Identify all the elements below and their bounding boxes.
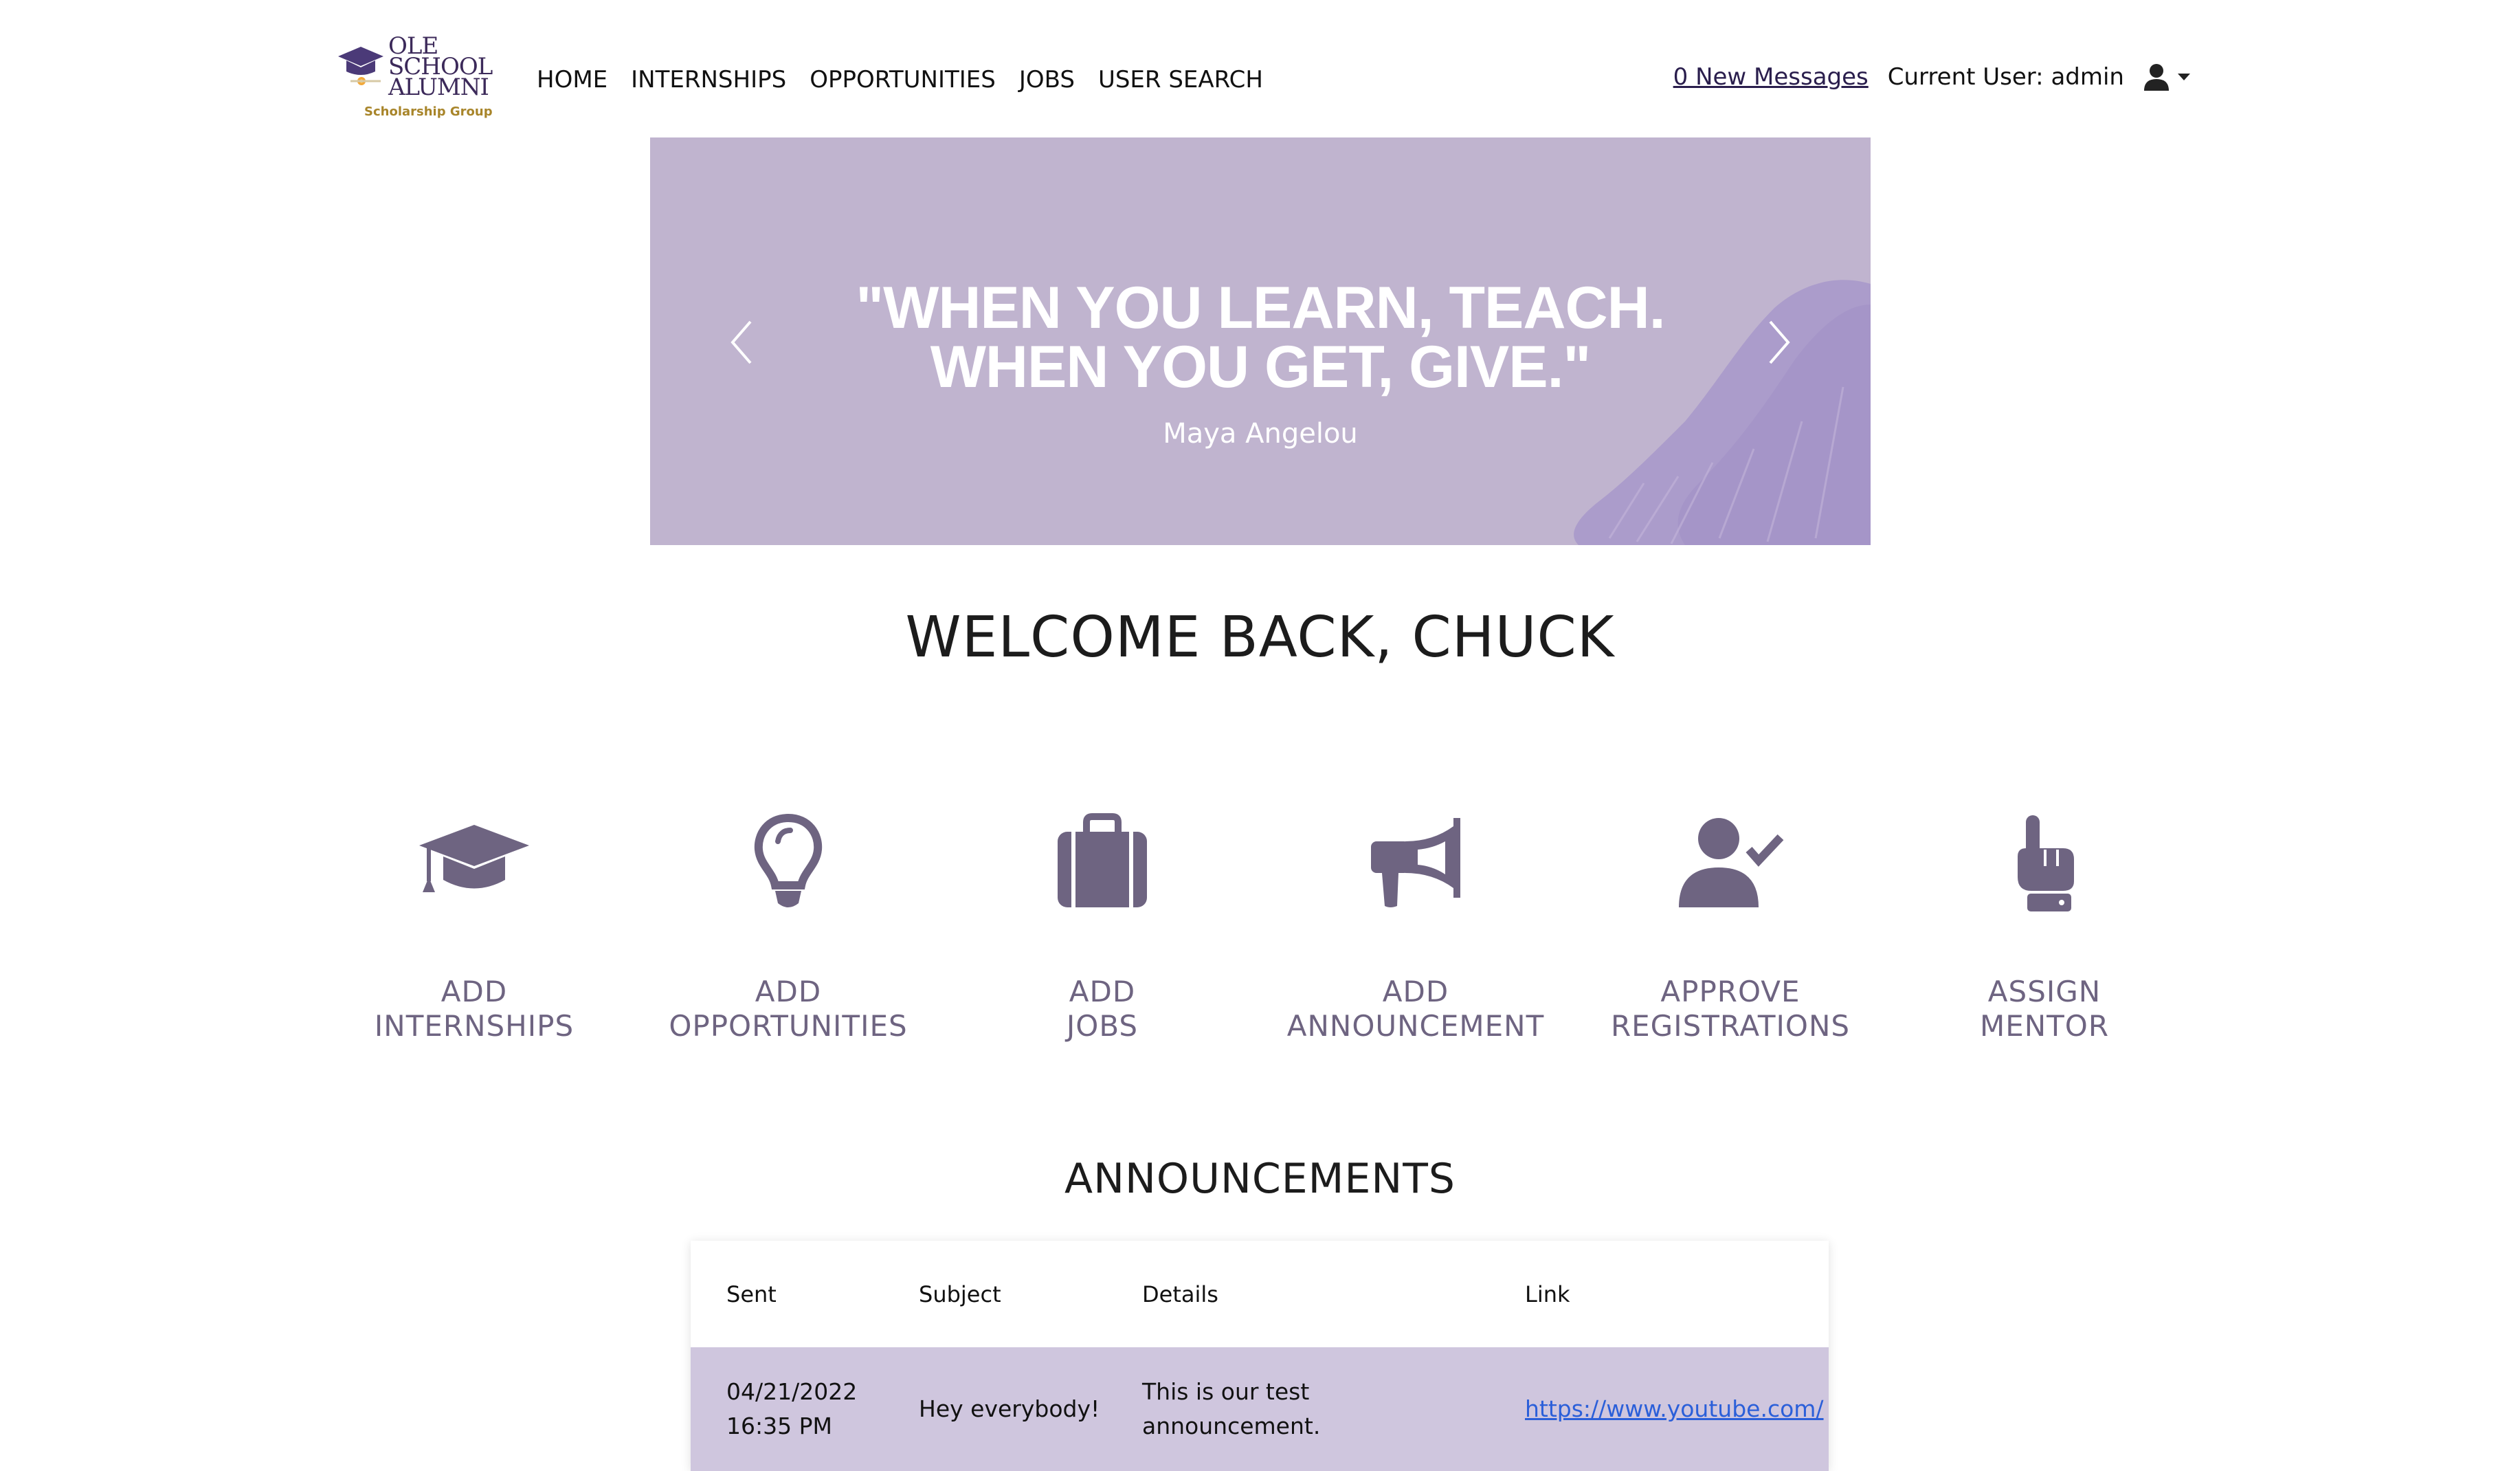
column-header-link: Link (1525, 1281, 1570, 1307)
megaphone-icon (1371, 818, 1460, 907)
briefcase-icon (1058, 813, 1147, 907)
column-header-details: Details (1142, 1281, 1218, 1307)
nav-home[interactable]: HOME (537, 66, 607, 93)
user-check-icon (1679, 818, 1784, 907)
cell-details: This is our test announcement. (1106, 1347, 1489, 1471)
user-menu-toggle[interactable] (2143, 63, 2190, 91)
carousel-quote: "WHEN YOU LEARN, TEACH. WHEN YOU GET, GI… (650, 278, 1871, 397)
logo-wordmark: OLE SCHOOL ALUMNI (388, 34, 493, 101)
cell-link: https://www.youtube.com/ (1489, 1347, 1829, 1471)
quote-line: "WHEN YOU LEARN, TEACH. (856, 275, 1665, 341)
table-row: 04/21/2022 16:35 PM Hey everybody! This … (691, 1347, 1829, 1471)
graduation-cap-icon (419, 825, 529, 892)
action-label: ADD INTERNSHIPS (374, 975, 575, 1043)
admin-actions: ADD INTERNSHIPS ADD OPPORTUNITIES ADD JO… (330, 811, 2190, 1052)
action-label: ADD JOBS (1066, 975, 1139, 1043)
cell-sent: 04/21/2022 16:35 PM (691, 1347, 883, 1471)
chevron-down-icon (2178, 74, 2190, 80)
announcements-table: Sent Subject Details Link 04/21/2022 16:… (691, 1241, 1829, 1471)
logo-line: ALUMNI (388, 74, 489, 101)
table-header-row: Sent Subject Details Link (691, 1241, 1829, 1347)
top-navbar: OLE SCHOOL ALUMNI Scholarship Group HOME… (0, 0, 2520, 137)
action-label: ADD ANNOUNCEMENT (1286, 975, 1545, 1043)
action-label: ADD OPPORTUNITIES (669, 975, 908, 1043)
user-icon (2144, 64, 2169, 91)
new-messages-link[interactable]: 0 New Messages (1673, 63, 1869, 91)
lightbulb-icon (754, 813, 823, 907)
column-header-subject: Subject (919, 1281, 1001, 1307)
current-user: Current User: admin (1888, 63, 2124, 91)
sent-time: 16:35 PM (726, 1413, 832, 1439)
main-nav: HOME INTERNSHIPS OPPORTUNITIES JOBS USER… (537, 66, 1263, 93)
approve-registrations-button[interactable]: APPROVE REGISTRATIONS (1586, 811, 1875, 1043)
add-internships-button[interactable]: ADD INTERNSHIPS (330, 811, 618, 1043)
current-user-name: admin (2051, 63, 2124, 91)
pointing-hand-icon (2018, 815, 2074, 911)
nav-user-search[interactable]: USER SEARCH (1098, 66, 1263, 93)
nav-internships[interactable]: INTERNSHIPS (631, 66, 786, 93)
column-header-sent: Sent (726, 1281, 777, 1307)
sent-date: 04/21/2022 (726, 1378, 858, 1405)
welcome-heading: WELCOME BACK, CHUCK (905, 605, 1615, 670)
quote-author: Maya Angelou (1163, 418, 1358, 450)
nav-opportunities[interactable]: OPPORTUNITIES (810, 66, 996, 93)
quote-line: WHEN YOU GET, GIVE." (930, 334, 1592, 400)
action-label: APPROVE REGISTRATIONS (1610, 975, 1851, 1043)
graduation-cap-icon (338, 47, 383, 85)
add-announcement-button[interactable]: ADD ANNOUNCEMENT (1271, 811, 1560, 1043)
add-jobs-button[interactable]: ADD JOBS (958, 811, 1247, 1043)
add-opportunities-button[interactable]: ADD OPPORTUNITIES (644, 811, 933, 1043)
nav-user-area: 0 New Messages Current User: admin (1673, 63, 2190, 91)
cell-subject: Hey everybody! (883, 1347, 1106, 1471)
quote-carousel: "WHEN YOU LEARN, TEACH. WHEN YOU GET, GI… (650, 137, 1871, 545)
assign-mentor-button[interactable]: ASSIGN MENTOR (1900, 811, 2189, 1043)
nav-jobs[interactable]: JOBS (1019, 66, 1075, 93)
action-label: ASSIGN MENTOR (1979, 975, 2110, 1043)
current-user-label: Current User: (1887, 63, 2044, 91)
announcements-heading: ANNOUNCEMENTS (1064, 1155, 1456, 1203)
brand-logo[interactable]: OLE SCHOOL ALUMNI Scholarship Group (337, 34, 502, 124)
logo-subtitle: Scholarship Group (364, 104, 493, 119)
announcement-link[interactable]: https://www.youtube.com/ (1525, 1395, 1824, 1422)
